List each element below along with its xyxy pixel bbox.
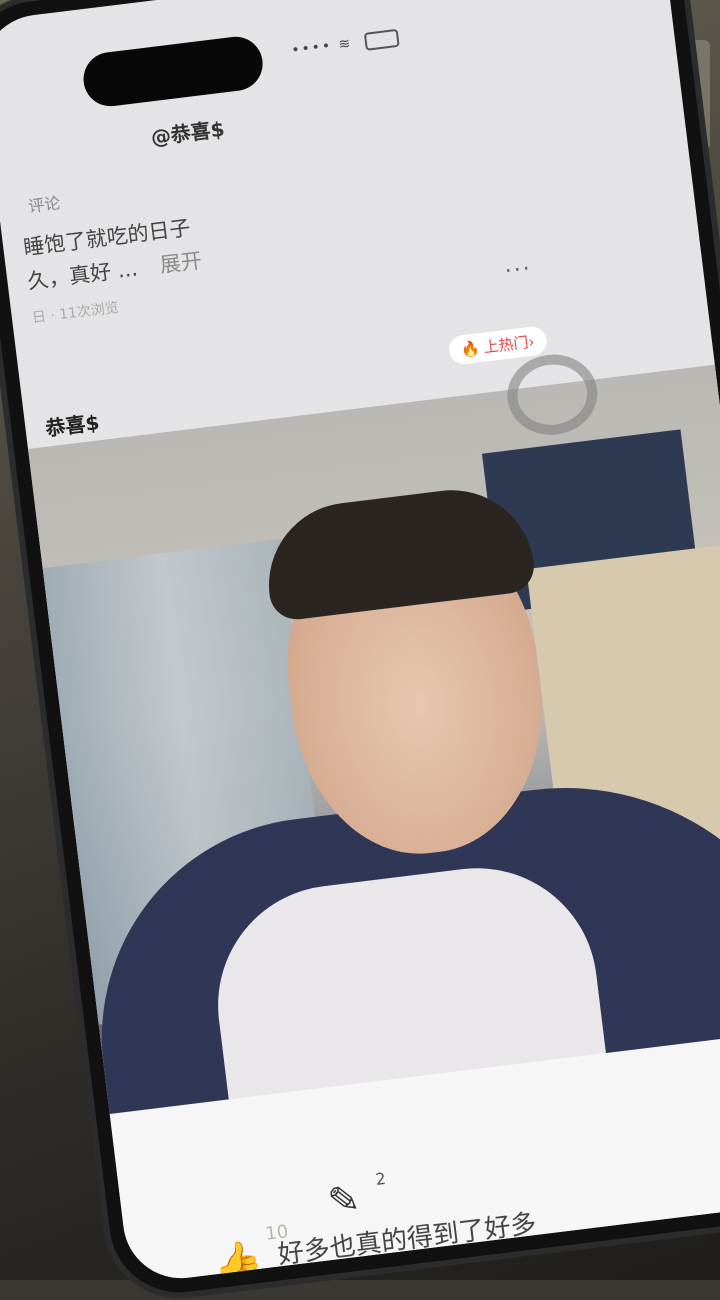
more-dots-icon[interactable]: ···	[503, 256, 533, 284]
views-row: 日 · 11次浏览	[31, 297, 120, 327]
battery-icon	[363, 28, 400, 51]
thumbs-up-icon[interactable]: 👍	[210, 1237, 265, 1285]
card-username[interactable]: 恭喜$	[44, 406, 101, 441]
comment-count: 2	[374, 1168, 387, 1189]
phone-device: •••• ≋ @恭喜$ 评论 睡饱了就吃的日子 久，真好 ... 展开 日 · …	[0, 0, 720, 1300]
pencil-icon[interactable]: ✎	[325, 1176, 362, 1224]
hot-tag-label: 上热门	[482, 333, 530, 357]
phone-screen: •••• ≋ @恭喜$ 评论 睡饱了就吃的日子 久，真好 ... 展开 日 · …	[0, 0, 720, 1285]
post-text: 久，真好 ...	[26, 256, 139, 294]
expand-link[interactable]: 展开	[159, 248, 204, 277]
dynamic-island	[80, 33, 266, 110]
comment-label[interactable]: 评论	[27, 189, 62, 217]
page-title: @恭喜$	[149, 116, 226, 150]
view-count: 11次浏览	[58, 299, 120, 324]
post-photo[interactable]	[28, 361, 720, 1164]
signal-icon: ••••	[290, 37, 334, 59]
chevron-right-icon: ›	[527, 332, 536, 352]
fire-icon: 🔥	[460, 339, 481, 360]
post-date: 日	[31, 308, 48, 327]
wifi-icon: ≋	[337, 35, 354, 54]
status-bar: •••• ≋	[290, 28, 400, 60]
